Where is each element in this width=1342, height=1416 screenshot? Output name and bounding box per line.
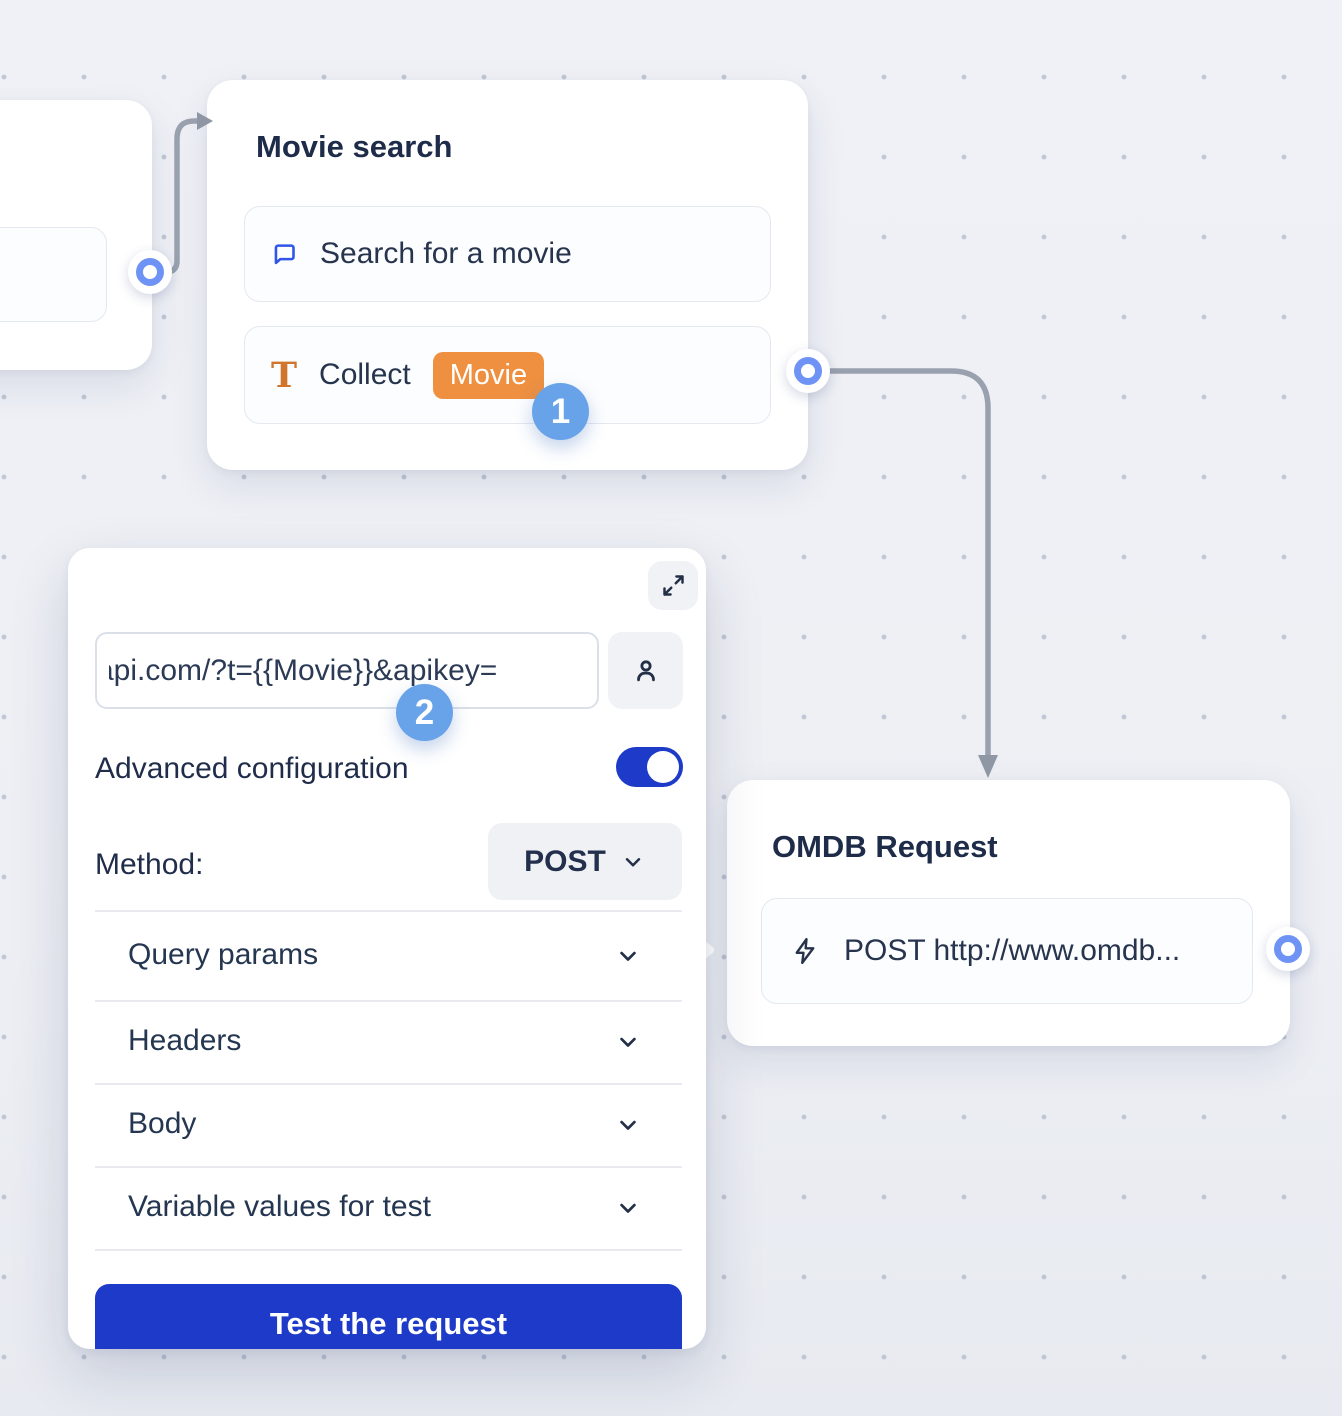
flow-canvas[interactable]: Movie search Search for a movie T Collec…	[0, 0, 1342, 1416]
movie-search-node[interactable]: Movie search Search for a movie T Collec…	[207, 80, 808, 470]
chevron-down-icon[interactable]	[614, 1194, 642, 1222]
output-port[interactable]	[786, 349, 830, 393]
text-input-icon: T	[271, 358, 297, 393]
url-field-wrapper	[95, 632, 599, 709]
advanced-configuration-toggle[interactable]	[616, 747, 683, 787]
url-input[interactable]	[97, 654, 597, 688]
port-ring-icon	[136, 258, 164, 286]
chevron-down-icon	[620, 849, 646, 875]
node-row[interactable]	[0, 227, 107, 322]
test-request-button[interactable]: Test the request	[95, 1284, 682, 1349]
method-dropdown[interactable]: POST	[488, 823, 682, 900]
collect-block[interactable]: T Collect Movie	[244, 326, 771, 424]
variable-badge[interactable]: Movie	[433, 352, 544, 399]
divider	[95, 1000, 682, 1002]
divider	[95, 910, 682, 912]
output-port[interactable]	[1266, 927, 1310, 971]
port-ring-icon	[794, 357, 822, 385]
connector-line	[150, 121, 198, 272]
method-value: POST	[524, 845, 606, 879]
expand-button[interactable]	[648, 561, 698, 610]
toggle-knob	[647, 751, 679, 783]
arrowhead-down-icon	[978, 755, 998, 778]
chevron-down-icon[interactable]	[614, 942, 642, 970]
person-icon	[630, 655, 662, 687]
section-headers[interactable]: Headers	[128, 1024, 241, 1058]
block-label: POST http://www.omdb...	[844, 934, 1180, 968]
chat-bubble-icon	[271, 241, 298, 268]
lightning-icon	[790, 936, 820, 966]
expand-icon	[660, 572, 687, 599]
section-body[interactable]: Body	[128, 1107, 196, 1141]
block-label: Search for a movie	[320, 237, 572, 271]
webhook-config-panel: 2 Advanced configuration Method: POST Qu…	[68, 548, 706, 1349]
section-variable-values[interactable]: Variable values for test	[128, 1190, 431, 1224]
step-badge-1: 1	[532, 383, 589, 440]
divider	[95, 1083, 682, 1085]
method-label: Method:	[95, 848, 203, 882]
omdb-request-node[interactable]: OMDB Request POST http://www.omdb...	[727, 780, 1290, 1046]
message-block[interactable]: Search for a movie	[244, 206, 771, 302]
chevron-down-icon[interactable]	[614, 1028, 642, 1056]
port-ring-icon	[1274, 935, 1302, 963]
person-button[interactable]	[608, 632, 683, 709]
partial-node-card[interactable]	[0, 100, 152, 370]
output-port[interactable]	[128, 250, 172, 294]
section-query-params[interactable]: Query params	[128, 938, 318, 972]
advanced-configuration-label: Advanced configuration	[95, 752, 409, 786]
divider	[95, 1166, 682, 1168]
node-title: OMDB Request	[772, 830, 998, 863]
step-badge-2: 2	[396, 684, 453, 741]
connector-line	[808, 371, 988, 757]
webhook-block[interactable]: POST http://www.omdb...	[761, 898, 1253, 1004]
divider	[95, 1249, 682, 1251]
block-label: Collect	[319, 358, 411, 392]
chevron-down-icon[interactable]	[614, 1111, 642, 1139]
node-title: Movie search	[256, 130, 452, 163]
